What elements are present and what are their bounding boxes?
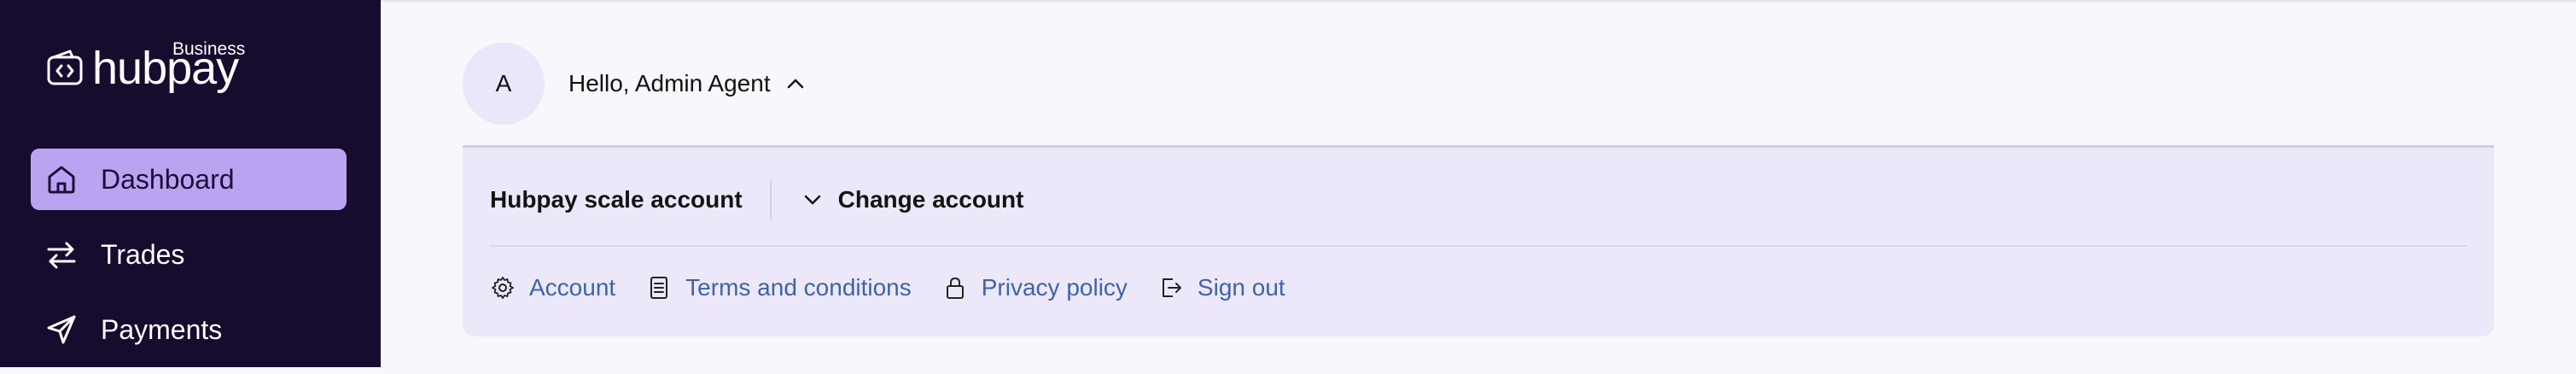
brand-tier: Business xyxy=(172,39,246,59)
send-icon xyxy=(44,313,79,347)
hubpay-logo[interactable]: hubpay Business xyxy=(44,39,266,101)
link-label: Privacy policy xyxy=(981,274,1128,301)
divider xyxy=(490,245,2467,247)
lock-icon xyxy=(942,275,968,301)
sidebar: hubpay Business Dashboard Trades Payment… xyxy=(0,0,381,367)
terms-link[interactable]: Terms and conditions xyxy=(646,274,912,301)
document-icon xyxy=(646,275,672,301)
arrows-swap-icon xyxy=(44,237,79,272)
account-link[interactable]: Account xyxy=(490,274,615,301)
sidebar-item-label: Payments xyxy=(101,313,223,345)
divider xyxy=(769,179,772,220)
privacy-link[interactable]: Privacy policy xyxy=(942,274,1128,301)
sidebar-item-payments[interactable]: Payments xyxy=(31,299,347,360)
link-label: Account xyxy=(529,274,616,301)
gear-icon xyxy=(490,275,516,301)
account-links: Account Terms and conditions Privacy pol… xyxy=(490,274,1316,301)
sidebar-item-label: Trades xyxy=(101,238,185,270)
sign-out-link[interactable]: Sign out xyxy=(1158,274,1285,301)
sign-out-icon xyxy=(1158,275,1184,301)
link-label: Terms and conditions xyxy=(685,274,912,301)
user-menu-toggle[interactable]: A Hello, Admin Agent xyxy=(463,43,805,125)
sidebar-item-trades[interactable]: Trades xyxy=(31,224,347,285)
change-account-label: Change account xyxy=(837,186,1024,213)
link-label: Sign out xyxy=(1197,274,1285,301)
greeting-text: Hello, Admin Agent xyxy=(568,70,771,96)
home-icon xyxy=(44,162,79,196)
account-row: Hubpay scale account Change account xyxy=(490,178,1023,221)
avatar: A xyxy=(463,43,545,125)
account-name: Hubpay scale account xyxy=(490,186,743,213)
account-menu-panel: Hubpay scale account Change account Acco… xyxy=(463,145,2494,336)
main-content: A Hello, Admin Agent Hubpay scale accoun… xyxy=(381,0,2576,367)
wallet-code-icon xyxy=(47,50,83,85)
change-account-button[interactable]: Change account xyxy=(802,186,1024,213)
sidebar-item-label: Dashboard xyxy=(101,163,235,195)
chevron-down-icon xyxy=(802,190,823,210)
chevron-up-icon[interactable] xyxy=(786,74,805,93)
sidebar-item-dashboard[interactable]: Dashboard xyxy=(31,149,347,210)
sidebar-nav: Dashboard Trades Payments xyxy=(31,149,347,374)
